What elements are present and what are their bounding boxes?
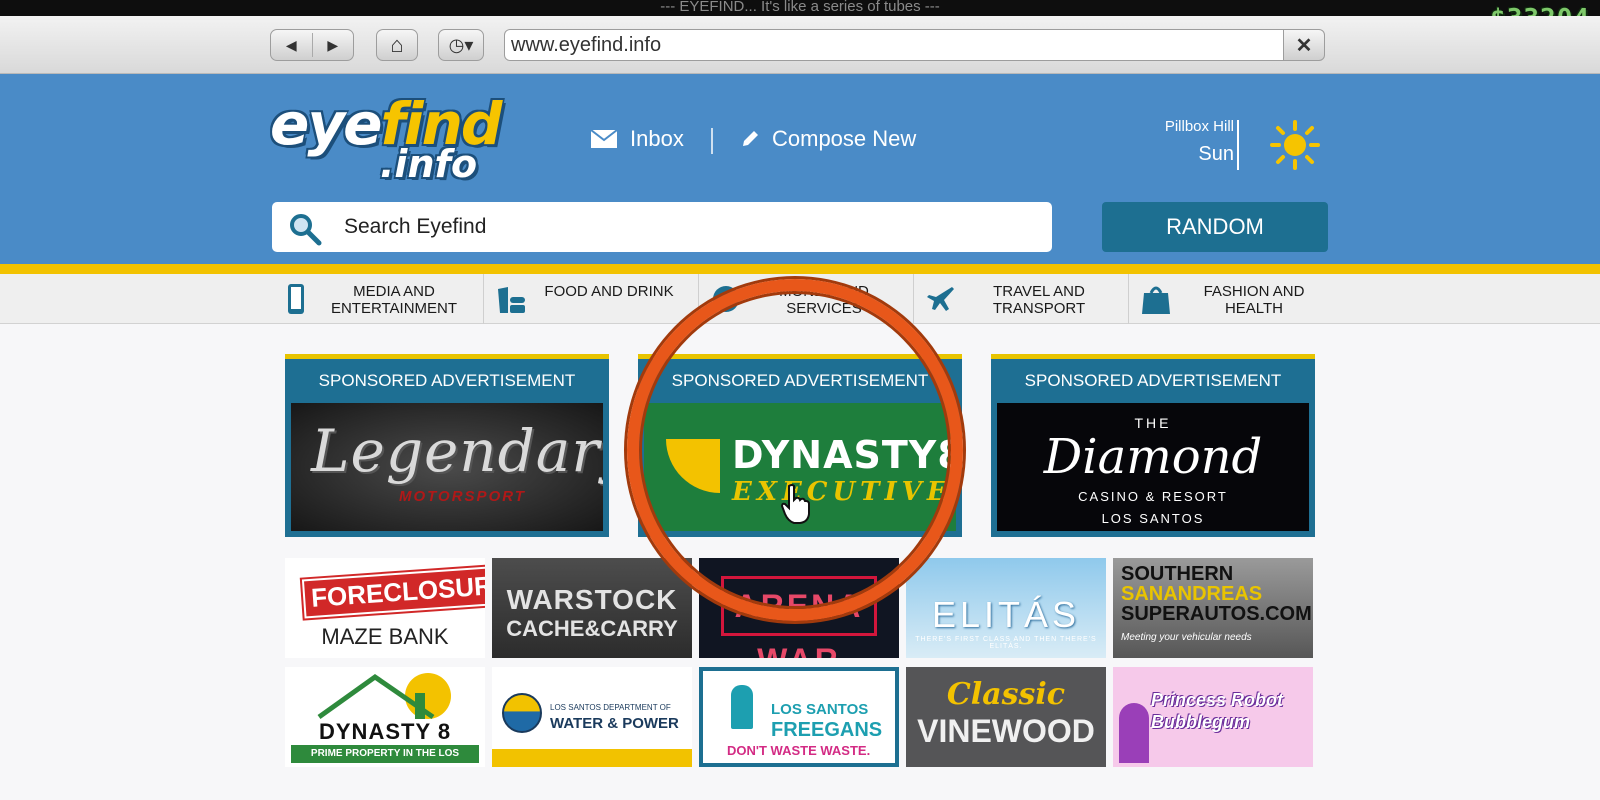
princess-robot-text: Princess Robot xyxy=(1151,690,1284,710)
top-status-strip: --- EYEFIND... It's like a series of tub… xyxy=(0,0,1600,34)
classic-text: Classic xyxy=(946,677,1066,712)
site-header: eyefind .info Inbox Compose New Pillbox … xyxy=(0,74,1600,264)
superautos-slogan: Meeting your vehicular needs xyxy=(1121,632,1252,643)
clock-icon: ◷▾ xyxy=(448,34,474,55)
weather-widget: Pillbox Hill Sun xyxy=(1130,118,1234,166)
tile-water-power[interactable]: LOS SANTOS DEPARTMENT OF WATER & POWER xyxy=(492,667,692,767)
browser-tagline: --- EYEFIND... It's like a series of tub… xyxy=(660,0,940,15)
tile-princess-robot-bubblegum[interactable]: Princess Robot Bubblegum xyxy=(1113,667,1313,767)
dynasty8-text: DYNASTY 8 xyxy=(319,719,452,744)
close-icon: ✕ xyxy=(1295,34,1313,57)
logo-domain-text: .info xyxy=(380,142,478,186)
search-bar[interactable]: Search Eyefind xyxy=(272,202,1052,252)
diamond-casino-banner[interactable]: THE Diamond CASINO & RESORT LOS SANTOS xyxy=(997,403,1309,531)
water-power-dept-text: LOS SANTOS DEPARTMENT OF xyxy=(550,703,671,712)
sponsored-title: SPONSORED ADVERTISEMENT xyxy=(1024,371,1282,390)
search-input[interactable]: Search Eyefind xyxy=(344,202,486,252)
category-travel[interactable]: TRAVEL AND TRANSPORT xyxy=(914,274,1129,324)
foreclosure-logo-text: FORECLOSURE xyxy=(301,564,485,619)
tile-southern-sa-superautos[interactable]: SOUTHERN SANANDREAS SUPERAUTOS.COM Meeti… xyxy=(1113,558,1313,658)
vinewood-text: VINEWOOD xyxy=(917,713,1095,749)
food-icon xyxy=(498,287,525,313)
sponsored-ad-legendary[interactable]: SPONSORED ADVERTISEMENT Legendary MOTORS… xyxy=(285,354,609,537)
category-label: FASHION AND HEALTH xyxy=(1203,283,1305,317)
water-power-text: WATER & POWER xyxy=(550,715,679,732)
freegan-figure-icon xyxy=(731,685,753,729)
category-label: TRAVEL AND TRANSPORT xyxy=(992,283,1086,317)
legendary-motorsport-banner[interactable]: Legendary MOTORSPORT xyxy=(291,403,603,531)
water-power-accent-bar xyxy=(492,749,692,767)
eyefind-logo[interactable]: eyefind .info xyxy=(270,90,502,190)
game-browser-screen: --- EYEFIND... It's like a series of tub… xyxy=(0,0,1600,800)
tablet-icon xyxy=(288,284,304,314)
tile-dynasty8[interactable]: DYNASTY 8 PRIME PROPERTY IN THE LOS SANT… xyxy=(285,667,485,767)
tile-freegans[interactable]: LOS SANTOS FREEGANS DON'T WASTE WASTE. xyxy=(699,667,899,767)
hand-cursor-icon xyxy=(780,484,810,524)
category-label: MEDIA AND ENTERTAINMENT xyxy=(330,283,458,317)
weather-divider xyxy=(1237,120,1239,170)
category-food[interactable]: FOOD AND DRINK xyxy=(484,274,699,324)
close-button[interactable]: ✕ xyxy=(1283,29,1325,61)
inbox-link[interactable]: Inbox xyxy=(590,126,684,152)
compose-label: Compose New xyxy=(772,126,917,151)
elitas-logo-text: ELITÁS xyxy=(931,594,1081,635)
los-santos-text: LOS SANTOS xyxy=(1101,511,1205,526)
sponsored-title: SPONSORED ADVERTISEMENT xyxy=(318,371,576,390)
freegans-text: FREEGANS xyxy=(771,719,883,741)
sponsored-ad-diamond[interactable]: SPONSORED ADVERTISEMENT THE Diamond CASI… xyxy=(991,354,1315,537)
header-nav-divider xyxy=(711,128,713,154)
southern-text: SOUTHERN xyxy=(1121,563,1234,585)
tile-foreclosure[interactable]: FORECLOSURE MAZE BANK xyxy=(285,558,485,658)
casino-resort-text: CASINO & RESORT xyxy=(1078,489,1228,504)
history-button[interactable]: ◷▾ xyxy=(438,29,484,61)
cache-carry-text: CACHE&CARRY xyxy=(506,616,678,641)
tile-elitas-travel[interactable]: ELITÁS THERE'S FIRST CLASS AND THEN THER… xyxy=(906,558,1106,658)
bag-icon xyxy=(1142,286,1170,314)
elitas-slogan: THERE'S FIRST CLASS AND THEN THERE'S ELI… xyxy=(915,636,1097,650)
diamond-logo-text: Diamond xyxy=(1043,429,1263,485)
browser-toolbar: ◀ ▶ ⌂ ◷▾ www.eyefind.info ✕ xyxy=(0,16,1600,74)
motorsport-text: MOTORSPORT xyxy=(399,488,526,505)
sun-icon xyxy=(1270,120,1320,170)
inbox-label: Inbox xyxy=(630,126,684,151)
weather-condition: Sun xyxy=(1198,143,1234,165)
category-fashion[interactable]: FASHION AND HEALTH xyxy=(1129,274,1344,324)
weather-location: Pillbox Hill xyxy=(1164,118,1234,135)
address-bar[interactable]: www.eyefind.info xyxy=(504,29,1284,61)
envelope-icon xyxy=(590,129,618,148)
home-icon: ⌂ xyxy=(390,32,404,57)
sanandreas-text: SANANDREAS xyxy=(1121,583,1263,605)
forward-arrow-icon[interactable]: ▶ xyxy=(313,37,354,54)
back-arrow-icon[interactable]: ◀ xyxy=(271,37,312,54)
category-label: FOOD AND DRINK xyxy=(544,283,674,300)
house-outline-icon xyxy=(317,673,435,720)
random-button[interactable]: RANDOM xyxy=(1102,202,1328,252)
category-media[interactable]: MEDIA AND ENTERTAINMENT xyxy=(269,274,484,324)
superautos-text: SUPERAUTOS.COM xyxy=(1121,603,1312,625)
warstock-text: WARSTOCK xyxy=(506,584,678,615)
princess-figure-icon xyxy=(1119,703,1149,763)
header-accent-bar xyxy=(0,264,1600,274)
legendary-logo-text: Legendary xyxy=(311,417,603,485)
dynasty8-slogan: PRIME PROPERTY IN THE LOS SANTOS AREA xyxy=(291,745,479,767)
maze-bank-text: MAZE BANK xyxy=(321,624,449,649)
plane-icon xyxy=(927,287,954,311)
water-power-globe-icon xyxy=(502,693,542,733)
bubblegum-text: Bubblegum xyxy=(1151,712,1250,732)
pencil-icon xyxy=(743,131,758,146)
home-button[interactable]: ⌂ xyxy=(376,29,418,61)
highlight-circle xyxy=(627,279,963,621)
compose-link[interactable]: Compose New xyxy=(740,126,916,152)
back-forward-buttons[interactable]: ◀ ▶ xyxy=(270,29,354,61)
freegans-slogan: DON'T WASTE WASTE. xyxy=(727,743,871,758)
search-icon xyxy=(290,214,322,246)
tile-classic-vinewood[interactable]: Classic VINEWOOD xyxy=(906,667,1106,767)
logo-eye-text: eye xyxy=(270,90,382,158)
tile-warstock[interactable]: WARSTOCK CACHE&CARRY xyxy=(492,558,692,658)
freegans-los-santos-text: LOS SANTOS xyxy=(771,701,869,718)
